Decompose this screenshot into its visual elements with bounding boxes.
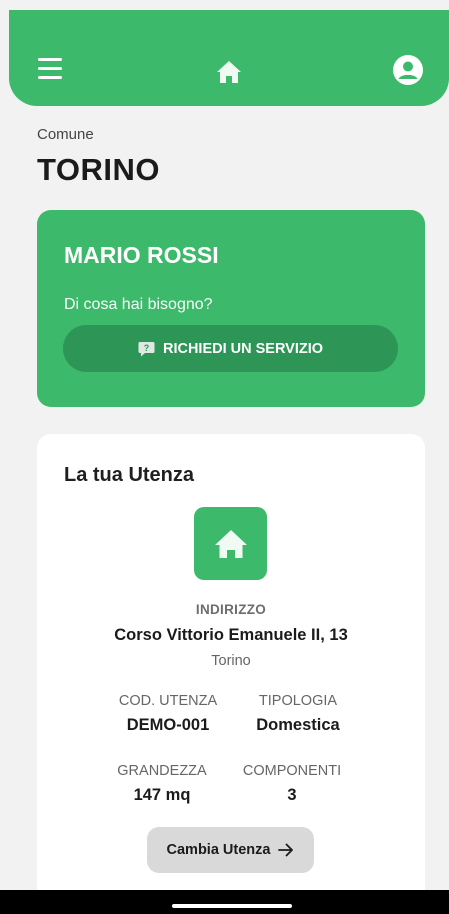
- address-city: Torino: [211, 653, 251, 669]
- request-service-button[interactable]: ? RICHIEDI UN SERVIZIO: [63, 325, 398, 372]
- help-prompt: Di cosa hai bisogno?: [64, 296, 213, 313]
- request-service-label: RICHIEDI UN SERVIZIO: [162, 340, 324, 357]
- size-label: GRANDEZZA: [117, 763, 207, 779]
- code-value: DEMO-001: [126, 716, 210, 734]
- change-utenza-button[interactable]: Cambia Utenza: [147, 827, 314, 873]
- hamburger-icon[interactable]: [38, 58, 62, 80]
- city-name: TORINO: [37, 152, 160, 187]
- type-label: TIPOLOGIA: [258, 693, 338, 709]
- comune-label: Comune: [37, 126, 94, 143]
- size-value: 147 mq: [133, 786, 191, 804]
- home-indicator[interactable]: [172, 904, 292, 908]
- size-field: GRANDEZZA 147 mq: [87, 763, 237, 805]
- user-card: MARIO ROSSI Di cosa hai bisogno? ? RICHI…: [37, 210, 425, 407]
- utenza-title: La tua Utenza: [64, 464, 195, 486]
- arrow-right-icon: [278, 843, 294, 857]
- svg-text:?: ?: [144, 343, 150, 353]
- user-avatar-icon[interactable]: [393, 55, 423, 85]
- home-icon: [214, 529, 247, 558]
- user-name: MARIO ROSSI: [64, 242, 219, 268]
- change-utenza-label: Cambia Utenza: [166, 842, 271, 858]
- system-nav-bar: [0, 890, 449, 914]
- status-bar: [0, 0, 449, 10]
- code-label: COD. UTENZA: [118, 693, 218, 709]
- code-field: COD. UTENZA DEMO-001: [93, 693, 243, 735]
- type-field: TIPOLOGIA Domestica: [223, 693, 373, 735]
- type-value: Domestica: [256, 716, 340, 734]
- chat-question-icon: ?: [138, 341, 155, 356]
- address-value: Corso Vittorio Emanuele II, 13: [114, 626, 348, 644]
- app-header: [9, 10, 449, 106]
- address-label: INDIRIZZO: [195, 602, 267, 617]
- members-value: 3: [287, 786, 297, 804]
- utenza-card: La tua Utenza INDIRIZZO Corso Vittorio E…: [37, 434, 425, 904]
- members-label: COMPONENTI: [242, 763, 342, 779]
- house-tile: [194, 507, 267, 580]
- home-icon[interactable]: [216, 60, 242, 84]
- members-field: COMPONENTI 3: [217, 763, 367, 805]
